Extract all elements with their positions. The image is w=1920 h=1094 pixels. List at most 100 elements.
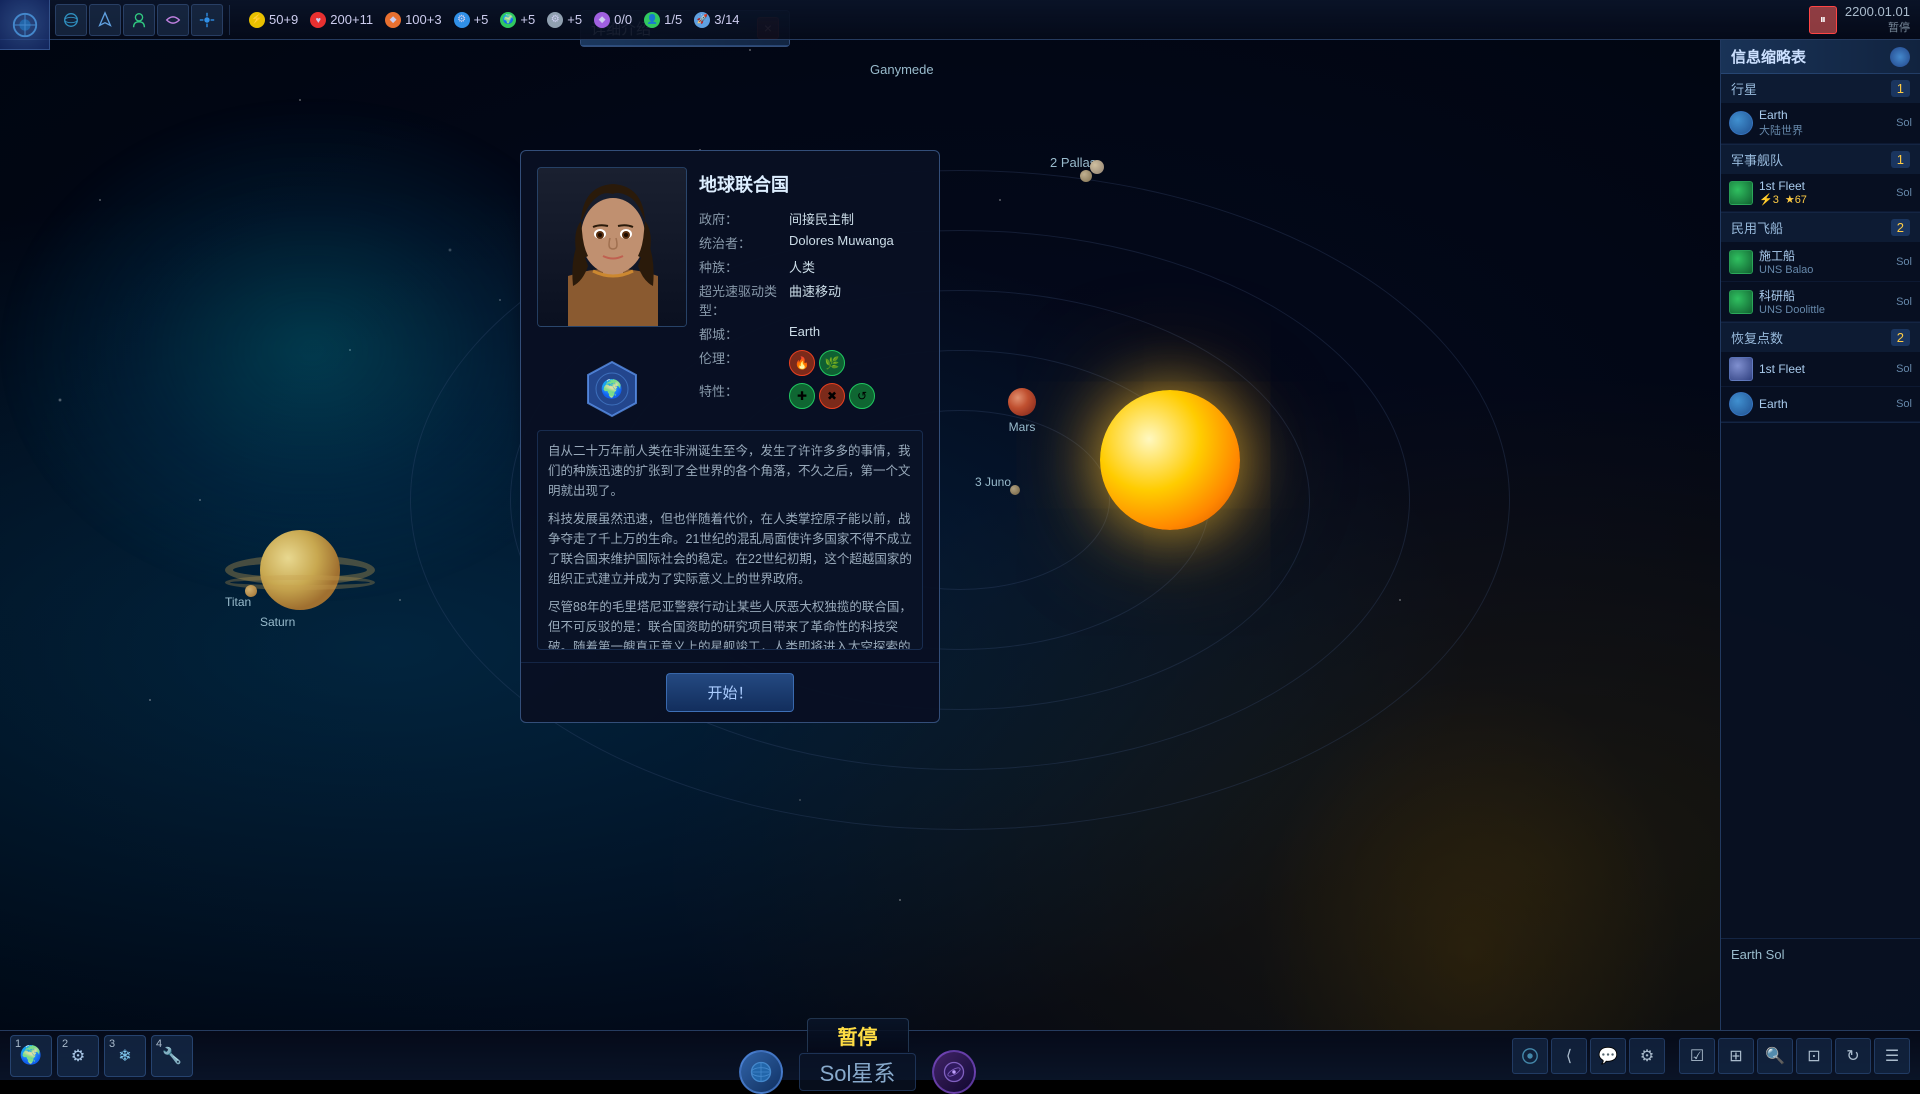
start-button[interactable]: 开始！ [666, 673, 793, 712]
science-ship-item[interactable]: 科研船 UNS Doolittle Sol [1721, 282, 1920, 322]
alloys-icon: ◆ [594, 12, 610, 28]
minimap-icon[interactable] [1512, 1038, 1548, 1074]
empire-footer: 开始！ [521, 662, 939, 722]
refresh-icon[interactable]: ↻ [1835, 1038, 1871, 1074]
planets-section: 行星 1 Earth 大陆世界 Sol [1721, 74, 1920, 145]
food-resource: ♥ 200+11 [310, 12, 373, 28]
queue-num-1: 1 [15, 1038, 21, 1050]
empire-name: 地球联合国 [699, 171, 923, 197]
construction-ship-item[interactable]: 施工船 UNS Balao Sol [1721, 242, 1920, 282]
main-menu-button[interactable] [0, 0, 50, 50]
titan-label: Titan [225, 595, 251, 609]
queue-item-2[interactable]: 2 ⚙ [57, 1035, 99, 1077]
system-name-label: Sol星系 [799, 1053, 917, 1091]
ethic-1[interactable]: 🔥 [789, 350, 815, 376]
science-resource: ⚙ +5 [454, 12, 489, 28]
ethic-2[interactable]: 🌿 [819, 350, 845, 376]
saturn-planet[interactable]: Saturn [260, 530, 340, 610]
recovery-earth-item[interactable]: Earth Sol [1721, 387, 1920, 422]
chat-icon[interactable]: 💬 [1590, 1038, 1626, 1074]
layout-icon[interactable]: ⊞ [1718, 1038, 1754, 1074]
ftl-label: 超光速驱动类型： [699, 281, 789, 319]
globe-icon-bottom[interactable] [739, 1050, 783, 1094]
species-quick-icon[interactable] [123, 4, 155, 36]
pop-value: 1/5 [664, 12, 682, 27]
recovery-section-header[interactable]: 恢复点数 2 [1721, 323, 1920, 352]
settings-icon[interactable]: ⚙ [1629, 1038, 1665, 1074]
svg-text:🌍: 🌍 [601, 378, 623, 399]
panel-settings-icon[interactable] [1890, 47, 1910, 67]
recovery-fleet-loc: Sol [1896, 363, 1912, 375]
fleet-section-header[interactable]: 军事舰队 1 [1721, 145, 1920, 174]
sun[interactable] [1100, 390, 1240, 530]
saturn-label: Saturn [260, 615, 295, 629]
solar-system-view[interactable]: Ganymede 2 Pallas Mars 3 Juno Saturn Tit… [0, 40, 1920, 1030]
fleet1-icon [1729, 181, 1753, 205]
earth-name: Earth [1759, 108, 1890, 122]
construction-name: UNS Balao [1759, 264, 1890, 276]
prev-icon[interactable]: ⟨ [1551, 1038, 1587, 1074]
game-date: 2200.01.01 [1845, 4, 1910, 19]
civilian-section-header[interactable]: 民用飞船 2 [1721, 213, 1920, 242]
ships-value: 3/14 [714, 12, 739, 27]
ftl-row: 超光速驱动类型： 曲速移动 [699, 281, 923, 319]
construction-icon [1729, 250, 1753, 274]
traits-label: 特性： [699, 381, 789, 409]
fleet1-item[interactable]: 1st Fleet ⚡3 ★67 Sol [1721, 174, 1920, 212]
zoom-icon[interactable]: 🔍 [1757, 1038, 1793, 1074]
pallas-planet[interactable] [1090, 160, 1104, 174]
ethics-icons: 🔥 🌿 [789, 350, 845, 376]
trait-2[interactable]: ✖ [819, 383, 845, 409]
queue-item-4[interactable]: 4 🔧 [151, 1035, 193, 1077]
species-label: 种族： [699, 257, 789, 276]
fleet-quick-icon[interactable] [89, 4, 121, 36]
fleet1-stat: ⚡3 ★67 [1759, 193, 1890, 206]
minerals-resource: ◆ 100+3 [385, 12, 442, 28]
unity-icon: ⚙ [547, 12, 563, 28]
build-queue: 1 🌍 2 ⚙ 3 ❄ 4 🔧 [0, 1035, 203, 1077]
diplomacy-quick-icon[interactable] [157, 4, 189, 36]
planets-section-header[interactable]: 行星 1 [1721, 74, 1920, 103]
queue-num-4: 4 [156, 1038, 162, 1050]
desc-para-1: 自从二十万年前人类在非洲诞生至今，发生了许许多多的事情，我们的种族迅速的扩张到了… [548, 441, 912, 501]
planets-quick-icon[interactable] [55, 4, 87, 36]
food-icon: ♥ [310, 12, 326, 28]
portrait-container: 🌍 [537, 167, 687, 414]
queue-num-2: 2 [62, 1038, 68, 1050]
science-ship-loc: Sol [1896, 296, 1912, 308]
checklist-icon[interactable]: ☑ [1679, 1038, 1715, 1074]
technology-quick-icon[interactable] [191, 4, 223, 36]
energy-icon: ⚡ [249, 12, 265, 28]
juno-planet[interactable] [1010, 485, 1020, 495]
recovery-fleet-info: 1st Fleet [1759, 362, 1890, 376]
mars-planet[interactable]: Mars [1008, 388, 1036, 416]
recovery-section: 恢复点数 2 1st Fleet Sol Earth Sol [1721, 323, 1920, 423]
recovery-fleet-item[interactable]: 1st Fleet Sol [1721, 352, 1920, 387]
science-ship-type: 科研船 [1759, 287, 1890, 304]
galaxy-icon-bottom[interactable] [932, 1050, 976, 1094]
recovery-section-count: 2 [1891, 329, 1910, 346]
top-bar: ⚡ 50+9 ♥ 200+11 ◆ 100+3 ⚙ +5 🌍 +5 ⚙ +5 ◆… [0, 0, 1920, 40]
trait-1[interactable]: ✚ [789, 383, 815, 409]
earth-planet-item[interactable]: Earth 大陆世界 Sol [1721, 103, 1920, 144]
info-panel: 信息缩略表 行星 1 Earth 大陆世界 Sol 军事舰队 1 1st Fle… [1720, 40, 1920, 1030]
empire-portrait [537, 167, 687, 327]
queue-icon-2: ⚙ [71, 1046, 85, 1066]
earth-sol-label: Earth Sol [1721, 938, 1920, 970]
trait-3[interactable]: ↺ [849, 383, 875, 409]
queue-item-1[interactable]: 1 🌍 [10, 1035, 52, 1077]
influence-icon: 🌍 [500, 12, 516, 28]
menu-icon[interactable]: ☰ [1874, 1038, 1910, 1074]
earth-loc: Sol [1896, 117, 1912, 129]
pause-button[interactable]: ⏸ [1809, 6, 1837, 34]
fit-icon[interactable]: ⊡ [1796, 1038, 1832, 1074]
empire-dialog: 🌍 地球联合国 政府： 间接民主制 统治者： Dolores Muwanga 种… [520, 150, 940, 723]
bottom-right-icons: ⟨ 💬 ⚙ ☑ ⊞ 🔍 ⊡ ↻ ☰ [1512, 1038, 1920, 1074]
traits-row: 特性： ✚ ✖ ↺ [699, 381, 923, 409]
desc-para-2: 科技发展虽然迅速，但也伴随着代价，在人类掌控原子能以前，战争夺走了千上万的生命。… [548, 509, 912, 589]
recovery-earth-icon [1729, 392, 1753, 416]
pause-label-center: 暂停 [807, 1018, 909, 1052]
science-icon: ⚙ [454, 12, 470, 28]
planets-section-count: 1 [1891, 80, 1910, 97]
queue-item-3[interactable]: 3 ❄ [104, 1035, 146, 1077]
